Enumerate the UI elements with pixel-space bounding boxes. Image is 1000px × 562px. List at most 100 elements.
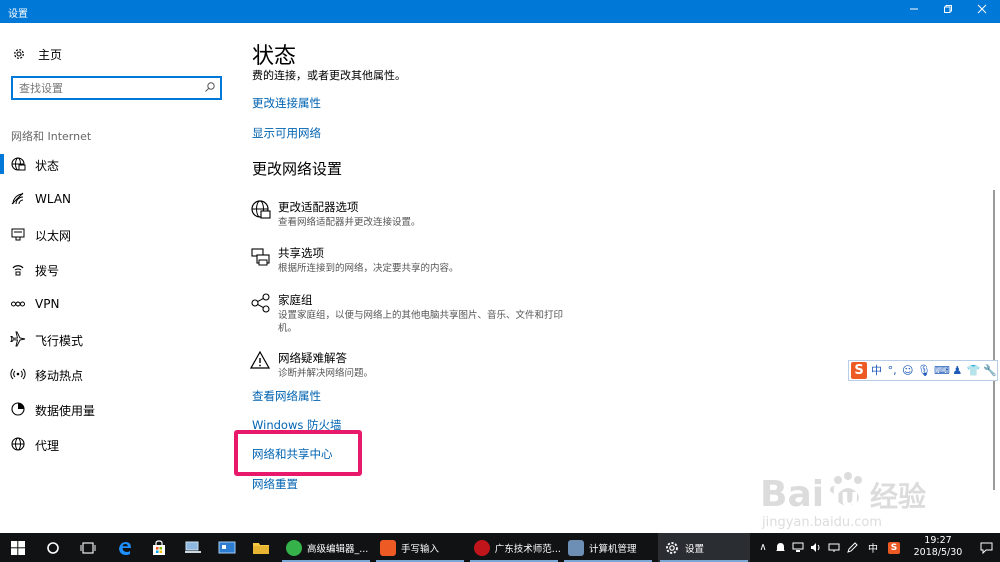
ime-mode-toggle[interactable]: 中: [870, 363, 883, 379]
network-computer-icon: [185, 541, 201, 553]
view-network-properties-link[interactable]: 查看网络属性: [252, 388, 321, 404]
sidebar-item-data-usage[interactable]: 数据使用量: [0, 396, 236, 422]
cortana-circle-icon: [47, 541, 59, 554]
taskbar-app-computer-management[interactable]: 计算机管理: [562, 533, 654, 562]
tray-chevron-icon[interactable]: ∧: [756, 533, 770, 562]
tray-network-icon[interactable]: [790, 533, 806, 562]
sidebar-item-label: 状态: [35, 159, 60, 173]
setting-description: 诊断并解决网络问题。: [278, 368, 374, 379]
network-sharing-center-link[interactable]: 网络和共享中心: [252, 446, 333, 462]
data-usage-icon: [11, 402, 25, 416]
home-link[interactable]: 主页: [12, 45, 62, 63]
change-adapter-options[interactable]: 更改适配器选项 查看网络适配器并更改连接设置。: [250, 199, 590, 229]
sidebar-item-label: 移动热点: [35, 369, 84, 383]
edge-button[interactable]: [108, 533, 142, 562]
sidebar-item-label: 飞行模式: [35, 334, 84, 348]
store-button[interactable]: [142, 533, 176, 562]
tools-icon[interactable]: 🔧: [983, 363, 997, 379]
microphone-icon[interactable]: 🎙: [917, 363, 931, 379]
action-center-icon: [980, 542, 992, 554]
sidebar-item-label: 以太网: [35, 229, 72, 243]
start-button[interactable]: [0, 533, 36, 562]
setting-description: 设置家庭组，以便与网络上的其他电脑共享图片、音乐、文件和打印机。: [278, 310, 564, 334]
tray-pen-icon[interactable]: [844, 533, 860, 562]
sharing-options[interactable]: 共享选项 根据所连接到的网络，决定要共享的内容。: [250, 245, 590, 275]
section-label: 网络和 Internet: [11, 130, 92, 143]
punctuation-icon[interactable]: °,: [886, 363, 899, 379]
watermark-brand: Bai: [760, 474, 824, 515]
pinned-app-1-button[interactable]: [176, 533, 210, 562]
taskbar-app-browser[interactable]: 广东技术师范...: [468, 533, 560, 562]
handwriting-icon: [380, 539, 396, 556]
tray-volume-icon[interactable]: [808, 533, 824, 562]
action-center-button[interactable]: [972, 533, 1000, 562]
taskbar-app-handwriting[interactable]: 手写输入: [374, 533, 466, 562]
sidebar-item-label: WLAN: [35, 192, 72, 206]
folder-icon: [253, 542, 269, 554]
taskbar-app-advanced-editor[interactable]: 高级编辑器_...: [280, 533, 372, 562]
scrollbar[interactable]: [993, 190, 995, 490]
restore-button[interactable]: [931, 0, 965, 23]
sidebar-item-airplane[interactable]: 飞行模式: [0, 326, 236, 352]
windows-logo-icon: [11, 540, 25, 555]
sogou-logo-icon[interactable]: S: [851, 362, 868, 379]
watermark-cn: 经验: [870, 480, 926, 513]
advanced-editor-icon: [286, 539, 302, 556]
sidebar-item-wlan[interactable]: WLAN: [0, 186, 236, 212]
search-box[interactable]: [11, 76, 222, 100]
sidebar-item-hotspot[interactable]: 移动热点: [0, 361, 236, 387]
tray-sogou-icon[interactable]: S: [886, 533, 902, 562]
show-available-networks-link[interactable]: 显示可用网络: [252, 125, 321, 141]
task-view-icon: [80, 541, 96, 554]
file-explorer-button[interactable]: [244, 533, 278, 562]
vpn-icon: [11, 301, 25, 307]
sidebar-item-status[interactable]: 状态: [0, 151, 236, 177]
setting-name: 更改适配器选项: [278, 200, 359, 214]
sidebar-item-proxy[interactable]: 代理: [0, 431, 236, 457]
sidebar-item-label: VPN: [35, 297, 60, 311]
change-connection-properties-link[interactable]: 更改连接属性: [252, 95, 321, 111]
clock[interactable]: 19:27 2018/5/30: [908, 535, 968, 559]
sidebar-item-label: 数据使用量: [35, 404, 96, 418]
tray-ime-mode[interactable]: 中: [864, 533, 882, 562]
title-bar: 设置: [0, 0, 1000, 23]
monitor-app-icon: [218, 541, 236, 553]
pinned-app-2-button[interactable]: [210, 533, 244, 562]
tray-notification-bell-icon[interactable]: [772, 533, 788, 562]
close-button[interactable]: [965, 0, 999, 23]
dialup-icon: [12, 265, 24, 276]
taskbar: 高级编辑器_... 手写输入 广东技术师范... 计算机管理 设置 ∧ 中 S …: [0, 533, 1000, 562]
sidebar-item-vpn[interactable]: VPN: [0, 291, 236, 317]
taskbar-app-label: 设置: [685, 543, 705, 555]
selected-indicator: [0, 154, 4, 174]
network-reset-link[interactable]: 网络重置: [252, 476, 298, 492]
sidebar: 主页 网络和 Internet 状态 WLAN: [0, 23, 236, 533]
network-troubleshooter[interactable]: 网络疑难解答 诊断并解决网络问题。: [250, 350, 590, 380]
tray-display-icon[interactable]: [826, 533, 842, 562]
ime-toolbar[interactable]: S 中 °, ☺ 🎙 ⌨ ♟ 👕 🔧: [848, 360, 998, 381]
computer-management-icon: [568, 539, 584, 556]
taskbar-app-settings[interactable]: 设置: [658, 533, 750, 562]
sidebar-item-dialup[interactable]: 拨号: [0, 256, 236, 282]
homegroup[interactable]: 家庭组 设置家庭组，以便与网络上的其他电脑共享图片、音乐、文件和打印机。: [250, 292, 590, 334]
proxy-globe-icon: [11, 437, 25, 451]
close-icon: [977, 4, 987, 14]
section-heading: 更改网络设置: [252, 160, 343, 178]
adapter-globe-icon: [251, 200, 271, 219]
cortana-button[interactable]: [36, 533, 70, 562]
search-input[interactable]: [19, 80, 199, 96]
watermark-brand-2: du: [822, 483, 859, 513]
search-icon[interactable]: [204, 81, 216, 93]
gear-icon: [14, 49, 24, 59]
sidebar-item-ethernet[interactable]: 以太网: [0, 221, 236, 247]
emoji-icon[interactable]: ☺: [901, 363, 914, 379]
keyboard-icon[interactable]: ⌨: [934, 363, 950, 379]
user-icon[interactable]: ♟: [951, 363, 964, 379]
task-view-button[interactable]: [70, 533, 106, 562]
baidu-logo-icon: Bai du 经验 jingyan.baidu.com: [760, 472, 926, 530]
wifi-icon: [11, 192, 24, 205]
airplane-icon: [10, 331, 26, 347]
minimize-button[interactable]: [897, 0, 931, 23]
skin-icon[interactable]: 👕: [967, 363, 981, 379]
restore-icon: [944, 5, 952, 13]
